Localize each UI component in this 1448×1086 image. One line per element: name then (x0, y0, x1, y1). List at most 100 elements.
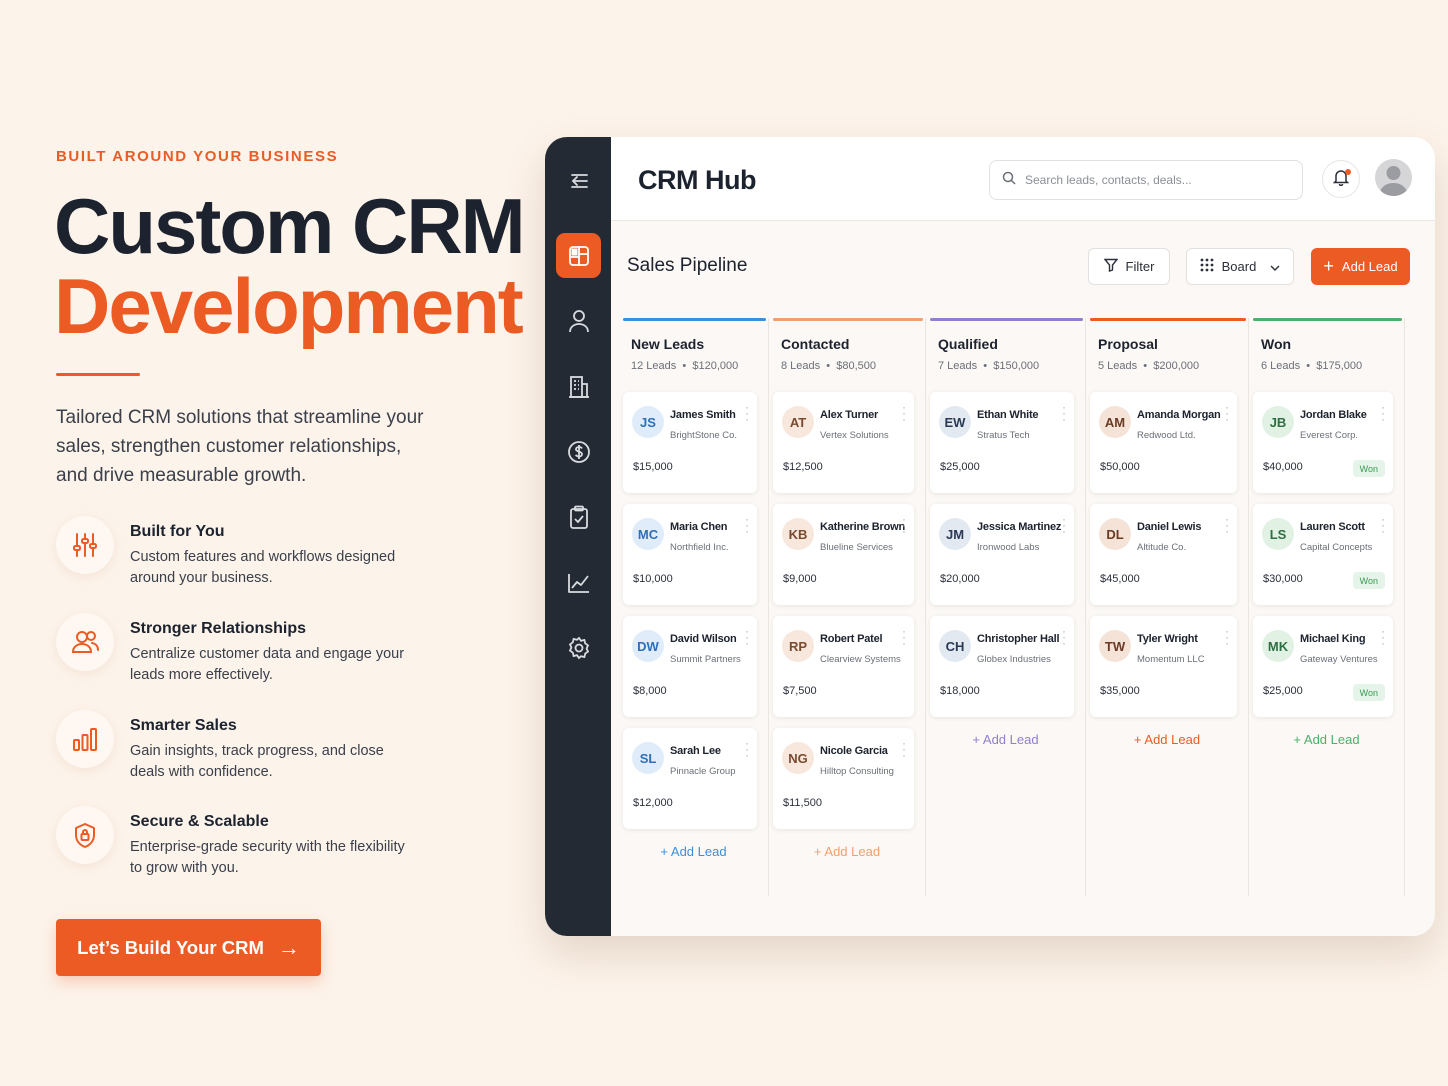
lead-avatar: DW (632, 630, 664, 662)
avatar[interactable] (1375, 159, 1412, 196)
filter-button[interactable]: Filter (1088, 248, 1170, 285)
lead-company: Redwood Ltd. (1137, 430, 1196, 441)
lead-company: Blueline Services (820, 542, 893, 553)
lead-card[interactable]: DW David Wilson Summit Partners $8,000 · · · (623, 616, 757, 717)
more-options-icon[interactable]: · · · (1062, 513, 1066, 537)
lead-company: BrightStone Co. (670, 430, 738, 441)
lead-card[interactable]: AM Amanda Morgan Redwood Ltd. $50,000 · · · (1090, 392, 1237, 493)
feature-description: Custom features and workflows designed a… (130, 549, 396, 586)
pipeline-column: New Leads 12 Leads • $120,000 JS James Smit… (619, 318, 769, 896)
search-input[interactable] (1025, 173, 1285, 187)
lead-card[interactable]: MC Maria Chen Northfield Inc. $10,000 · · · (623, 504, 757, 605)
more-options-icon[interactable]: · · · (745, 401, 749, 425)
lead-amount: $50,000 (1100, 461, 1140, 473)
gear-icon[interactable] (556, 625, 601, 670)
lead-company: Momentum LLC (1137, 654, 1205, 665)
menu-icon[interactable] (556, 158, 601, 203)
lead-name: Sarah Lee (670, 745, 721, 757)
clipboard-check-icon[interactable] (556, 494, 601, 539)
lead-name: Jessica Martinez (977, 521, 1062, 533)
lead-amount: $20,000 (940, 573, 980, 585)
build-crm-button[interactable]: Let’s Build Your CRM → (56, 919, 321, 976)
more-options-icon[interactable]: · · · (902, 737, 906, 761)
lead-card[interactable]: SL Sarah Lee Pinnacle Group $12,000 · · · (623, 728, 757, 829)
column-color-bar (773, 318, 923, 321)
more-options-icon[interactable]: · · · (745, 513, 749, 537)
lead-avatar: SL (632, 742, 664, 774)
add-lead-button[interactable]: + Add Lead (1311, 248, 1410, 285)
chevron-down-icon (1270, 259, 1280, 274)
lead-card[interactable]: JB Jordan Blake Everest Corp. $40,000 · · · Won (1253, 392, 1393, 493)
column-title: Won (1261, 336, 1292, 352)
more-options-icon[interactable]: · · · (1381, 625, 1385, 649)
lead-company: Pinnacle Group (670, 766, 736, 777)
column-add-lead-link[interactable]: + Add Lead (926, 732, 1085, 747)
lead-card[interactable]: EW Ethan White Stratus Tech $25,000 · · · (930, 392, 1074, 493)
lead-card[interactable]: CH Christopher Hall Globex Industries $18,0… (930, 616, 1074, 717)
hero-divider (56, 373, 140, 376)
lead-avatar: AT (782, 406, 814, 438)
lead-company: Northfield Inc. (670, 542, 729, 553)
column-total: $175,000 (1316, 360, 1363, 372)
lead-name: Christopher Hall (977, 633, 1060, 645)
grid-icon (1200, 258, 1214, 275)
column-color-bar (1090, 318, 1246, 321)
status-badge: Won (1352, 572, 1385, 589)
column-meta: 7 Leads • $150,000 (938, 360, 1039, 372)
feature-secure-scalable: Secure & Scalable Enterprise-grade secur… (56, 806, 456, 876)
chart-icon[interactable] (556, 560, 601, 605)
column-add-lead-link[interactable]: + Add Lead (619, 844, 768, 859)
lead-card[interactable]: AT Alex Turner Vertex Solutions $12,500 · · · (773, 392, 914, 493)
pipeline-column: Won 6 Leads • $175,000 JB Jordan Blake Evere… (1249, 318, 1405, 896)
lead-card[interactable]: RP Robert Patel Clearview Systems $7,500 · · · (773, 616, 914, 717)
lead-card[interactable]: JM Jessica Martinez Ironwood Labs $20,000 · ·… (930, 504, 1074, 605)
topbar: CRM Hub (611, 137, 1435, 221)
board-view-select[interactable]: Board (1186, 248, 1294, 285)
more-options-icon[interactable]: · · · (1225, 401, 1229, 425)
lead-card[interactable]: MK Michael King Gateway Ventures $25,000 · · ·… (1253, 616, 1393, 717)
lead-card[interactable]: NG Nicole Garcia Hilltop Consulting $11,500… (773, 728, 914, 829)
hero-title-line1: Custom CRM (54, 182, 526, 270)
column-count: 6 Leads (1261, 360, 1301, 372)
more-options-icon[interactable]: · · · (902, 513, 906, 537)
more-options-icon[interactable]: · · · (1225, 625, 1229, 649)
user-icon[interactable] (556, 298, 601, 343)
cta-label: Let’s Build Your CRM (77, 936, 264, 958)
hero-title: Custom CRM Development (54, 182, 526, 350)
building-icon[interactable] (556, 364, 601, 409)
dollar-icon[interactable] (556, 429, 601, 474)
plus-icon: + (1323, 256, 1334, 276)
hero-description: Tailored CRM solutions that streamline y… (56, 407, 424, 486)
column-add-lead-link[interactable]: + Add Lead (769, 844, 925, 859)
lead-card[interactable]: LS Lauren Scott Capital Concepts $30,000 · · ·… (1253, 504, 1393, 605)
column-meta: 5 Leads • $200,000 (1098, 360, 1199, 372)
feature-description: Enterprise-grade security with the flexi… (130, 839, 405, 876)
lead-name: Alex Turner (820, 409, 879, 421)
search-box (989, 160, 1303, 200)
more-options-icon[interactable]: · · · (1062, 625, 1066, 649)
column-add-lead-link[interactable]: + Add Lead (1249, 732, 1404, 747)
more-options-icon[interactable]: · · · (1381, 401, 1385, 425)
more-options-icon[interactable]: · · · (745, 737, 749, 761)
notifications-button[interactable] (1322, 160, 1360, 198)
more-options-icon[interactable]: · · · (902, 401, 906, 425)
more-options-icon[interactable]: · · · (745, 625, 749, 649)
lead-card[interactable]: KB Katherine Brown Blueline Services $9,000… (773, 504, 914, 605)
column-total: $80,500 (836, 360, 876, 372)
column-meta: 12 Leads • $120,000 (631, 360, 738, 372)
hero-title-line2: Development (54, 262, 524, 350)
lead-card[interactable]: TW Tyler Wright Momentum LLC $35,000 · · · (1090, 616, 1237, 717)
lead-card[interactable]: JS James Smith BrightStone Co. $15,000 · · · (623, 392, 757, 493)
more-options-icon[interactable]: · · · (902, 625, 906, 649)
more-options-icon[interactable]: · · · (1381, 513, 1385, 537)
lead-amount: $12,500 (783, 461, 823, 473)
more-options-icon[interactable]: · · · (1225, 513, 1229, 537)
feature-description: Centralize customer data and engage your… (130, 646, 405, 683)
column-add-lead-link[interactable]: + Add Lead (1086, 732, 1248, 747)
more-options-icon[interactable]: · · · (1062, 401, 1066, 425)
lead-company: Clearview Systems (820, 654, 901, 665)
lead-avatar: JS (632, 406, 664, 438)
lead-card[interactable]: DL Daniel Lewis Altitude Co. $45,000 · · · (1090, 504, 1237, 605)
column-title: Contacted (781, 336, 850, 352)
dashboard-icon[interactable] (556, 233, 601, 278)
